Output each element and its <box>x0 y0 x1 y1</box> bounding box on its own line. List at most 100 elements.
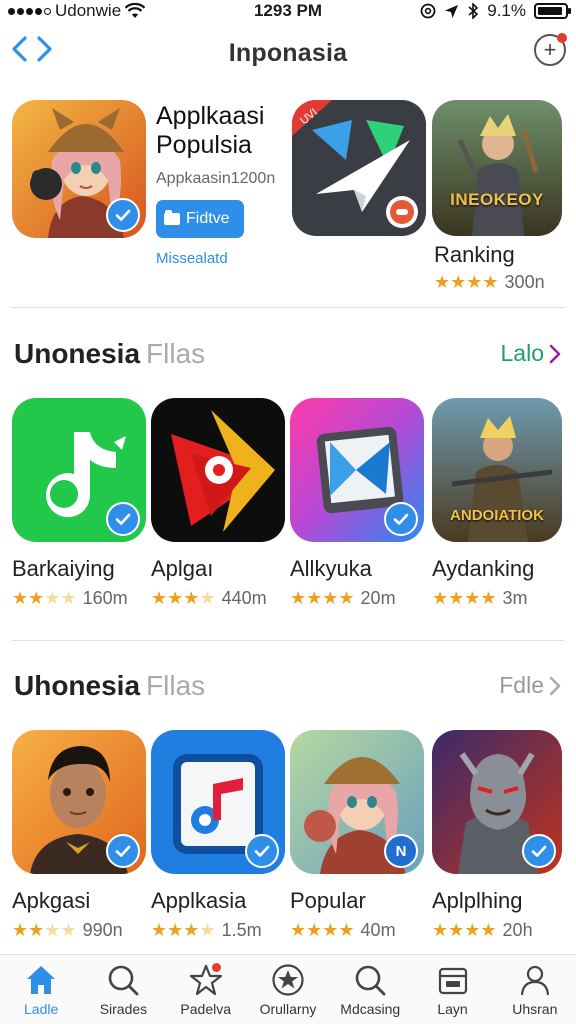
tab-profile[interactable]: Uhsran <box>494 955 576 1024</box>
rating-count: 990n <box>82 920 123 940</box>
verified-badge <box>106 502 140 536</box>
game-banner-text: INEOKEOY <box>450 190 544 209</box>
app-rating: ★★★★ 40m <box>290 920 426 941</box>
search-icon <box>355 965 386 996</box>
add-button[interactable]: + <box>534 33 567 66</box>
section-header: Uhonesia Fllas Fdle <box>0 670 576 710</box>
rating-stars: ★★★★ <box>12 588 77 608</box>
app-card[interactable]: Allkyuka ★★★★ 20m <box>290 398 426 609</box>
section-title-muted: Fllas <box>146 670 206 701</box>
rating-count: 440m <box>221 588 267 608</box>
see-all-label: Fdle <box>499 672 544 698</box>
rating-stars: ★★★★ <box>432 588 497 608</box>
star-circle-icon <box>272 964 304 996</box>
section-divider <box>12 307 564 308</box>
rating-count: 300n <box>504 272 545 292</box>
bluetooth-icon <box>468 3 479 19</box>
app-name: Barkaiying <box>12 556 115 581</box>
featured-section: Applkaasi Populsia Appkaasin1200n Fidtve… <box>0 100 576 300</box>
folder-icon <box>164 210 180 225</box>
tab-wallet[interactable]: Layn <box>411 955 493 1024</box>
verified-badge <box>522 834 556 868</box>
tab-search[interactable]: Sirades <box>82 955 164 1024</box>
app-card[interactable]: Barkaiying ★★★★ 160m <box>12 398 148 609</box>
featured-ranking-app-icon[interactable]: INEOKEOY <box>432 100 562 236</box>
paper-plane-icon: UVI <box>292 100 426 236</box>
app-card[interactable]: Apkgasi ★★★★ 990n <box>12 730 148 941</box>
armored-hero-icon[interactable] <box>432 730 562 874</box>
girl-character-icon[interactable]: N <box>290 730 424 874</box>
rating-stars: ★★★★ <box>432 920 497 940</box>
featured-title: Applkaasi Populsia <box>156 102 265 159</box>
red-play-icon[interactable] <box>151 398 285 542</box>
featured-subtitle: Appkaasin1200n <box>156 170 276 187</box>
app-rating: ★★★★ 20m <box>290 588 426 609</box>
status-time: 1293 PM <box>253 1 323 20</box>
carrier-label: Udonwie <box>55 1 122 20</box>
app-rating: ★★★★ 990n <box>12 920 148 941</box>
ranking-app-rating: ★★★★ 300n <box>434 272 545 293</box>
verified-badge <box>384 502 418 536</box>
rating-count: 20h <box>502 920 533 940</box>
location-icon <box>445 4 459 18</box>
signal-icon <box>8 7 51 15</box>
tab-favorites[interactable]: Padelva <box>165 955 247 1024</box>
rating-stars: ★★★★ <box>290 588 355 608</box>
app-card[interactable]: Aplplhing ★★★★ 20h <box>432 730 568 941</box>
tab-label: Uhsran <box>512 1001 558 1017</box>
forward-chevron-icon[interactable] <box>34 34 56 64</box>
music-note-icon[interactable] <box>12 398 146 542</box>
verified-badge <box>106 198 140 232</box>
rating-stars: ★★★★ <box>151 920 216 940</box>
section-divider <box>12 640 564 641</box>
section-title: Unonesia Fllas <box>14 338 205 370</box>
warrior-game-icon[interactable]: ANDOIATIOK <box>432 398 562 542</box>
section-see-all-link[interactable]: Fdle <box>499 672 562 699</box>
featured-info: Applkaasi Populsia Appkaasin1200n Fidtve… <box>156 102 286 267</box>
rating-stars: ★★★★ <box>151 588 216 608</box>
chevron-right-icon <box>549 344 561 363</box>
back-chevron-icon[interactable] <box>8 34 30 64</box>
section-title-main: Unonesia <box>14 338 141 369</box>
section-see-all-link[interactable]: Lalo <box>501 340 562 367</box>
battery-icon <box>534 3 571 19</box>
section-title: Uhonesia Fllas <box>14 670 205 702</box>
app-card[interactable]: Aplgaı ★★★★ 440m <box>151 398 287 609</box>
music-tablet-icon[interactable] <box>151 730 285 874</box>
featured-link[interactable]: Missealatd <box>156 250 286 267</box>
tab-label: Orullarny <box>259 1001 317 1017</box>
app-card[interactable]: ANDOIATIOK Aydanking ★★★★ 3m <box>432 398 568 609</box>
rating-count: 40m <box>360 920 396 940</box>
page-title: Inponasia <box>228 38 348 67</box>
nav-bar: Inponasia + <box>0 30 576 76</box>
app-badge: N <box>384 834 418 868</box>
app-card[interactable]: N Popular ★★★★ 40m <box>290 730 426 941</box>
featured-app-icon[interactable] <box>12 100 146 238</box>
battery-percent: 9.1% <box>487 1 526 20</box>
rating-stars: ★★★★ <box>434 272 499 292</box>
tab-label: Layn <box>437 1001 468 1017</box>
at-icon <box>420 3 436 19</box>
see-all-label: Lalo <box>500 340 544 366</box>
section-unonesia: Unonesia Fllas Lalo Barkaiying ★★★★ 160m A… <box>0 338 576 608</box>
status-right: 9.1% <box>420 1 571 21</box>
tab-featured[interactable]: Orullarny <box>247 955 329 1024</box>
wifi-icon <box>125 3 146 18</box>
tab-home[interactable]: Ladle <box>0 955 82 1024</box>
tab-label: Mdcasing <box>340 1001 401 1017</box>
gradient-window-icon[interactable] <box>290 398 424 542</box>
app-name: Allkyuka <box>290 556 372 581</box>
armored-knight-icon <box>432 100 562 236</box>
featured-paperplane-app-icon[interactable]: UVI <box>292 100 426 236</box>
tab-discover[interactable]: Mdcasing <box>329 955 411 1024</box>
portrait-icon[interactable] <box>12 730 146 874</box>
rating-stars: ★★★★ <box>12 920 77 940</box>
verified-badge <box>106 834 140 868</box>
app-rating: ★★★★ 3m <box>432 588 568 609</box>
featured-get-button[interactable]: Fidtve <box>156 200 244 238</box>
rating-count: 20m <box>360 588 396 608</box>
ranking-app-name: Ranking <box>434 242 515 267</box>
app-card[interactable]: Applkasia ★★★★ 1.5m <box>151 730 287 941</box>
app-name: Aplplhing <box>432 888 523 913</box>
app-row: Barkaiying ★★★★ 160m Aplgaı ★★★★ 440m Allk… <box>0 398 576 608</box>
